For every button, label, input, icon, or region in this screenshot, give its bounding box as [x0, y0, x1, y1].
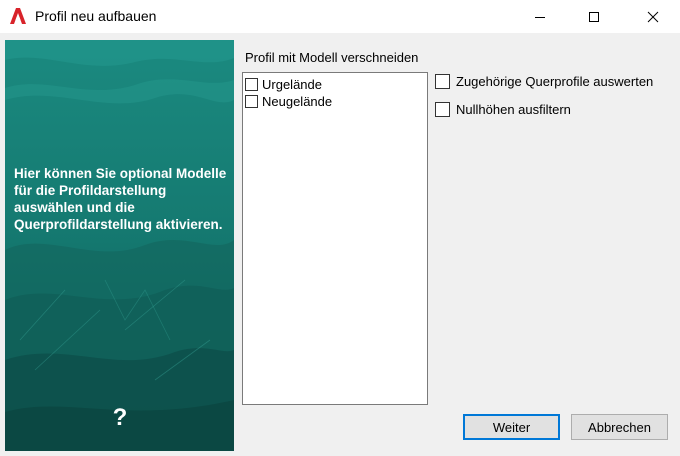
neugelaende-checkbox[interactable] — [245, 94, 258, 108]
urgelaende-label: Urgelände — [262, 76, 322, 92]
models-group-label: Profil mit Modell verschneiden — [245, 50, 419, 65]
neugelaende-label: Neugelände — [262, 93, 333, 109]
cross-sections-label: Zugehörige Querprofile auswerten — [456, 74, 654, 89]
side-panel: Hier können Sie optional Modelle für die… — [5, 40, 234, 451]
minimize-button[interactable] — [517, 0, 563, 33]
autocad-logo-icon — [10, 8, 26, 24]
filter-zero-option[interactable]: Nullhöhen ausfiltern — [435, 102, 571, 117]
maximize-icon — [589, 11, 599, 22]
list-item-urgelaende[interactable]: Urgelände — [245, 76, 322, 92]
maximize-button[interactable] — [571, 0, 617, 33]
side-panel-description: Hier können Sie optional Modelle für die… — [14, 166, 227, 232]
landscape-background-image — [5, 40, 234, 451]
cancel-button[interactable]: Abbrechen — [571, 414, 668, 440]
help-icon[interactable]: ? — [110, 406, 130, 430]
model-checklist[interactable]: Urgelände Neugelände — [242, 72, 428, 405]
minimize-icon — [535, 16, 545, 18]
urgelaende-checkbox[interactable] — [245, 77, 258, 91]
filter-zero-label: Nullhöhen ausfiltern — [456, 102, 571, 117]
window-title: Profil neu aufbauen — [35, 8, 157, 24]
title-bar: Profil neu aufbauen — [0, 0, 680, 33]
cross-sections-option[interactable]: Zugehörige Querprofile auswerten — [435, 74, 653, 89]
next-button[interactable]: Weiter — [463, 414, 560, 440]
list-item-neugelaende[interactable]: Neugelände — [245, 93, 332, 109]
cross-sections-checkbox[interactable] — [435, 74, 450, 89]
filter-zero-checkbox[interactable] — [435, 102, 450, 117]
close-icon — [647, 11, 659, 22]
close-button[interactable] — [630, 0, 676, 33]
